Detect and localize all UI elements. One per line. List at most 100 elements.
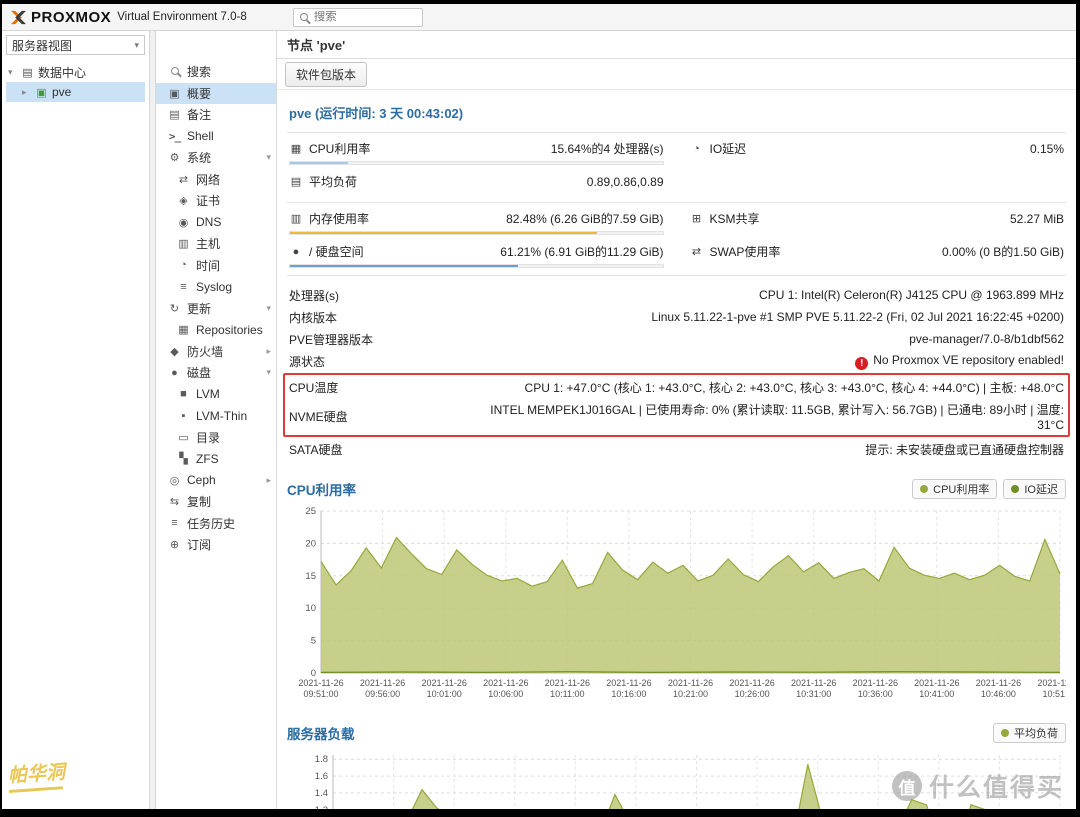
- sidebar-item-lvm-thin[interactable]: ▪LVM-Thin: [156, 405, 276, 427]
- menu-label: 磁盘: [187, 364, 211, 381]
- load-average-gauge: ▤平均负荷0.89,0.86,0.89: [289, 169, 664, 194]
- sidebar-item-notes[interactable]: ▤备注: [156, 104, 276, 126]
- svg-text:2021-11-26: 2021-11-26: [606, 678, 651, 688]
- topbar-search[interactable]: [293, 8, 423, 27]
- host-icon: ▥: [177, 237, 190, 250]
- memory-icon: ▥: [289, 212, 303, 225]
- sidebar-item-subscription[interactable]: ⊕订阅: [156, 534, 276, 556]
- svg-text:2021-11-26: 2021-11-26: [791, 678, 836, 688]
- chevron-down-icon[interactable]: ▾: [266, 303, 271, 314]
- warning-icon: !: [855, 357, 868, 370]
- workspace: 服务器视图 ▾ ▾ ▤ 数据中心 ▸ ▣ pve: [2, 31, 1076, 809]
- menu-label: 时间: [196, 257, 220, 274]
- svg-text:10:26:00: 10:26:00: [735, 689, 770, 699]
- view-selector-label: 服务器视图: [12, 37, 72, 54]
- menu-label: 更新: [187, 300, 211, 317]
- history-list-icon: ≡: [168, 517, 181, 529]
- svg-text:1.6: 1.6: [315, 771, 328, 782]
- svg-text:09:56:00: 09:56:00: [365, 689, 400, 699]
- sidebar-item-replication[interactable]: ⇆复制: [156, 491, 276, 513]
- sidebar-item-hosts[interactable]: ▥ 主机: [156, 233, 276, 255]
- menu-label: 复制: [187, 493, 211, 510]
- chevron-down-icon[interactable]: ▾: [8, 67, 17, 78]
- legend-item-io-delay[interactable]: IO延迟: [1003, 479, 1066, 499]
- overview-content: pve (运行时间: 3 天 00:43:02) ▦CPU利用率15.64%的4…: [277, 90, 1076, 809]
- svg-text:10:11:00: 10:11:00: [550, 689, 584, 699]
- chevron-down-icon[interactable]: ▾: [266, 152, 271, 163]
- sidebar-item-dns[interactable]: ◉DNS: [156, 212, 276, 234]
- sidebar-item-repositories[interactable]: ▦Repositories: [156, 319, 276, 341]
- sidebar-item-directory[interactable]: ▭ 目录: [156, 427, 276, 449]
- menu-label: 目录: [196, 429, 220, 446]
- main-panel: 节点 'pve' 软件包版本 pve (运行时间: 3 天 00:43:02) …: [277, 31, 1076, 809]
- search-input[interactable]: [314, 11, 406, 23]
- toolbar: 软件包版本: [277, 59, 1076, 90]
- chevron-right-icon[interactable]: ▸: [22, 87, 31, 98]
- resource-tree: ▾ ▤ 数据中心 ▸ ▣ pve: [6, 62, 145, 102]
- svg-text:2021-11-26: 2021-11-26: [298, 678, 343, 688]
- lvm-icon: ■: [177, 388, 190, 400]
- gauge-spacer: [690, 169, 1065, 194]
- sidebar-item-ceph[interactable]: ◎Ceph▸: [156, 470, 276, 492]
- terminal-icon: >_: [168, 130, 181, 143]
- svg-text:10:51:00: 10:51:00: [1042, 689, 1066, 699]
- svg-text:20: 20: [305, 538, 316, 549]
- menu-label: 概要: [187, 85, 211, 102]
- svg-text:2021-11-26: 2021-11-26: [853, 678, 898, 688]
- disk-icon: ●: [168, 367, 181, 379]
- sidebar-item-time[interactable]: ◔时间: [156, 255, 276, 277]
- svg-text:10:01:00: 10:01:00: [427, 689, 462, 699]
- sidebar-item-network[interactable]: ⇄网络: [156, 169, 276, 191]
- sidebar-item-lvm[interactable]: ■ LVM: [156, 384, 276, 406]
- sidebar-item-zfs[interactable]: ▚ZFS: [156, 448, 276, 470]
- tree-label: pve: [52, 85, 71, 99]
- product-version: Virtual Environment 7.0-8: [117, 11, 247, 23]
- folder-icon: ▭: [177, 431, 190, 444]
- datacenter-icon: ▤: [21, 66, 34, 79]
- sidebar-item-overview[interactable]: ▣概要: [156, 83, 276, 105]
- menu-label: Shell: [187, 129, 214, 143]
- tree-item-pve[interactable]: ▸ ▣ pve: [6, 82, 145, 102]
- tree-item-datacenter[interactable]: ▾ ▤ 数据中心: [6, 62, 145, 82]
- menu-label: LVM: [196, 387, 220, 401]
- sidebar-item-shell[interactable]: >_ Shell: [156, 126, 276, 148]
- sidebar-item-syslog[interactable]: ≡Syslog: [156, 276, 276, 298]
- proxmox-logo: PROXMOX: [10, 9, 111, 26]
- legend-item-load-average[interactable]: 平均负荷: [993, 723, 1066, 743]
- legend-item-cpu-usage[interactable]: CPU利用率: [912, 479, 997, 499]
- smzdm-text: 什么值得买: [929, 768, 1064, 804]
- sidebar-item-updates[interactable]: ↻更新▾: [156, 298, 276, 320]
- chevron-right-icon[interactable]: ▸: [266, 475, 271, 486]
- sidebar-item-task-history[interactable]: ≡任务历史: [156, 513, 276, 535]
- menu-label: 搜索: [187, 63, 211, 80]
- svg-text:2021-11-26: 2021-11-26: [729, 678, 774, 688]
- svg-text:10:46:00: 10:46:00: [981, 689, 1016, 699]
- menu-label: 防火墙: [187, 343, 223, 360]
- svg-text:1.4: 1.4: [315, 788, 328, 799]
- ksm-icon: ⊞: [690, 212, 704, 225]
- sidebar-item-firewall[interactable]: ◆防火墙▸: [156, 341, 276, 363]
- svg-text:2021-11-26: 2021-11-26: [422, 678, 467, 688]
- cpu-usage-chart: 05101520252021-11-2609:51:002021-11-2609…: [287, 505, 1066, 708]
- menu-label: 证书: [196, 192, 220, 209]
- sidebar-item-system[interactable]: ⚙系统▾: [156, 147, 276, 169]
- sidebar-item-search[interactable]: 搜索: [156, 61, 276, 83]
- gauge-value: 0.00% (0 B的1.50 GiB): [786, 243, 1064, 260]
- chevron-down-icon[interactable]: ▾: [266, 367, 271, 378]
- sidebar-item-disks[interactable]: ● 磁盘 ▾: [156, 362, 276, 384]
- watermark-smzdm: 值 什么值得买: [892, 768, 1064, 804]
- gauge-label: CPU利用率: [309, 140, 370, 157]
- chart-legend: CPU利用率 IO延迟: [912, 479, 1066, 499]
- svg-text:2021-11-26: 2021-11-26: [483, 678, 528, 688]
- io-icon: ◔: [690, 143, 704, 155]
- view-selector[interactable]: 服务器视图 ▾: [6, 35, 145, 55]
- chevron-right-icon[interactable]: ▸: [266, 346, 271, 357]
- svg-text:10:21:00: 10:21:00: [673, 689, 708, 699]
- menu-label: 主机: [196, 235, 220, 252]
- svg-text:2021-11-26: 2021-11-26: [668, 678, 713, 688]
- sidebar-item-certificates[interactable]: ◈证书: [156, 190, 276, 212]
- menu-label: ZFS: [196, 452, 219, 466]
- resource-tree-sidebar: 服务器视图 ▾ ▾ ▤ 数据中心 ▸ ▣ pve: [2, 31, 150, 809]
- package-versions-button[interactable]: 软件包版本: [285, 62, 367, 87]
- smzdm-badge-icon: 值: [892, 771, 922, 801]
